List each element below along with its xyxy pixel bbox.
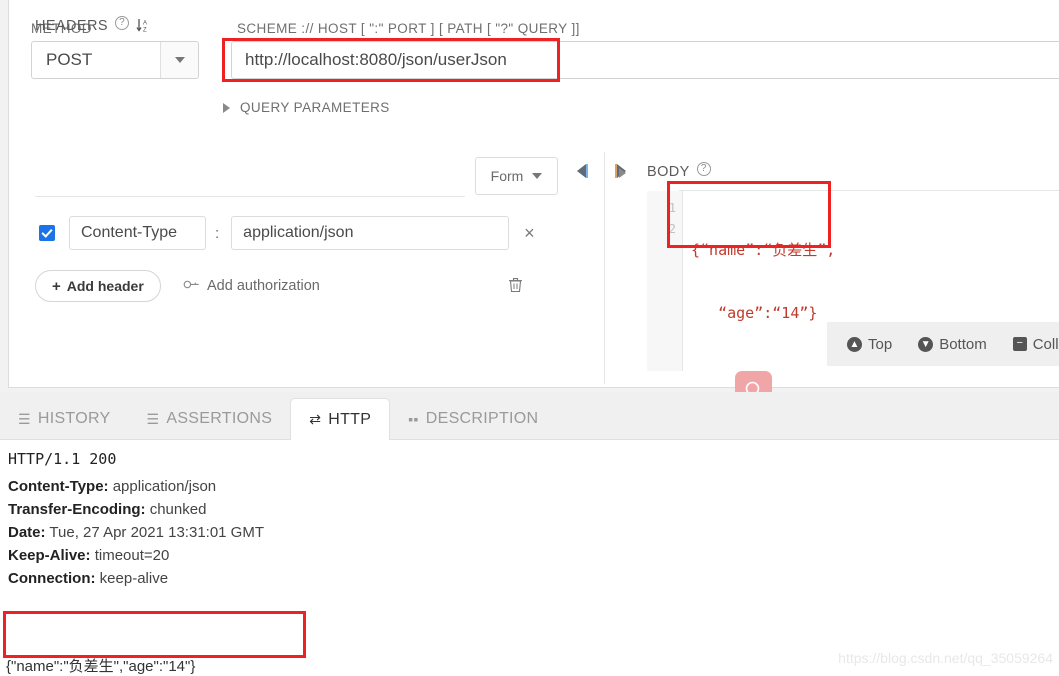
line-number: 2	[668, 222, 676, 236]
response-payload: {"name":"负差生","age":"14"}	[6, 658, 196, 675]
scroll-to-bottom-button[interactable]: ▼ Bottom	[918, 336, 987, 353]
body-code-line: “age”:“14”}	[691, 304, 818, 322]
response-header-line: Transfer-Encoding: chunked	[8, 501, 207, 518]
collapse-left-icon[interactable]	[577, 164, 588, 178]
key-icon	[181, 275, 203, 297]
remove-header-button[interactable]: ×	[524, 224, 535, 242]
url-value: http://localhost:8080/json/userJson	[245, 50, 507, 69]
body-code-line: {“name”:“负差生”,	[691, 241, 836, 259]
add-authorization-label: Add authorization	[207, 277, 320, 294]
headers-title: HEADERS	[35, 18, 108, 34]
add-header-button[interactable]: + Add header	[35, 270, 161, 302]
exchange-icon: ⇄	[309, 411, 322, 427]
header-value-input[interactable]: application/json	[231, 216, 510, 250]
response-header-line: Content-Type: application/json	[8, 478, 217, 495]
response-header-value: Tue, 27 Apr 2021 13:31:01 GMT	[49, 524, 264, 541]
help-circle-icon[interactable]: ?	[696, 162, 711, 176]
response-area: ☰ HISTORY ☰ ASSERTIONS ⇄ HTTP ▪▪ DESCRIP…	[0, 392, 1059, 676]
method-select[interactable]: POST	[31, 41, 199, 79]
api-client-window: METHOD POST SCHEME :// HOST [ ":" PORT ]…	[0, 0, 1059, 676]
response-header-line: Date: Tue, 27 Apr 2021 13:31:01 GMT	[8, 524, 264, 541]
scroll-to-top-button[interactable]: ▲ Top	[847, 336, 892, 353]
collapse-label: Collapse	[1032, 335, 1059, 353]
headers-divider	[35, 196, 465, 197]
triangle-right-icon	[223, 102, 230, 113]
tab-description[interactable]: ▪▪ DESCRIPTION	[390, 399, 556, 439]
line-number: 1	[668, 201, 676, 215]
add-authorization-button[interactable]: Add authorization	[183, 277, 320, 294]
response-header-name: Date	[8, 524, 41, 541]
headers-view-mode-value: Form	[490, 168, 524, 184]
response-header-line: Keep-Alive: timeout=20	[8, 547, 170, 564]
response-content: HTTP/1.1 200 Content-Type: application/j…	[0, 440, 1059, 676]
body-editor-toolbar: ▲ Top ▼ Bottom − Collapse	[827, 322, 1059, 366]
response-header-value: keep-alive	[99, 570, 169, 587]
query-parameters-label: QUERY PARAMETERS	[240, 100, 390, 115]
response-header-line: Connection: keep-alive	[8, 570, 169, 587]
response-status-line: HTTP/1.1 200	[8, 450, 117, 468]
response-header-value: chunked	[149, 501, 207, 518]
response-header-name: Transfer-Encoding	[8, 501, 141, 518]
collapse-square-icon: −	[1012, 337, 1027, 351]
tab-assertions-label: ASSERTIONS	[166, 410, 273, 427]
watermark: https://blog.csdn.net/qq_35059264	[838, 650, 1053, 666]
svg-text:Z: Z	[143, 28, 147, 34]
header-enabled-checkbox[interactable]	[39, 225, 55, 241]
scroll-to-top-label: Top	[868, 335, 893, 353]
headers-view-mode-select[interactable]: Form	[475, 157, 558, 195]
body-code-content[interactable]: {“name”:“负差生”, “age”:“14”}	[691, 198, 835, 366]
tab-http-label: HTTP	[328, 410, 372, 428]
plus-icon: +	[52, 277, 61, 295]
tab-http[interactable]: ⇄ HTTP	[290, 398, 391, 440]
response-tabbar: ☰ HISTORY ☰ ASSERTIONS ⇄ HTTP ▪▪ DESCRIP…	[0, 392, 1059, 440]
chevron-down-icon	[532, 173, 543, 179]
sort-alpha-icon[interactable]: A Z	[136, 18, 149, 36]
delete-all-headers-button[interactable]	[508, 277, 523, 297]
add-header-label: Add header	[66, 278, 144, 294]
svg-text:A: A	[143, 21, 147, 27]
response-header-value: timeout=20	[94, 547, 170, 564]
response-header-name: Content-Type	[8, 478, 104, 495]
request-card: METHOD POST SCHEME :// HOST [ ":" PORT ]…	[8, 0, 1059, 388]
panel-divider	[604, 152, 605, 384]
collapse-button[interactable]: − Collapse	[1012, 335, 1059, 353]
headers-title-row: HEADERS ? A Z	[35, 16, 149, 36]
body-title-row: BODY ?	[619, 162, 711, 182]
editor-gutter: 1 2	[647, 191, 683, 371]
url-format-label: SCHEME :// HOST [ ":" PORT ] [ PATH [ "?…	[237, 21, 580, 36]
table-row: Content-Type : application/json ×	[39, 216, 535, 250]
triangle-right-icon[interactable]	[619, 168, 626, 178]
chevron-down-icon	[174, 57, 185, 63]
method-value: POST	[46, 50, 93, 69]
list-icon: ☰	[18, 410, 31, 427]
tab-description-label: DESCRIPTION	[425, 410, 539, 427]
response-header-name: Keep-Alive	[8, 547, 86, 564]
help-circle-icon[interactable]: ?	[114, 16, 129, 30]
header-name-input[interactable]: Content-Type	[69, 216, 206, 250]
header-separator: :	[215, 224, 220, 242]
book-icon: ▪▪	[408, 411, 419, 427]
url-input[interactable]: http://localhost:8080/json/userJson	[231, 41, 1059, 79]
query-parameters-toggle[interactable]: QUERY PARAMETERS	[223, 100, 390, 115]
arrow-down-circle-icon: ▼	[918, 336, 934, 352]
arrow-up-circle-icon: ▲	[847, 336, 862, 352]
body-title: BODY	[647, 164, 690, 180]
stack-icon: ☰	[146, 410, 160, 427]
scroll-to-bottom-label: Bottom	[939, 335, 987, 353]
tab-history-label: HISTORY	[37, 410, 111, 427]
response-header-value: application/json	[112, 478, 217, 495]
tab-history[interactable]: ☰ HISTORY	[0, 399, 129, 439]
response-header-name: Connection	[8, 570, 91, 587]
method-dropdown-arrow[interactable]	[160, 42, 198, 78]
tab-assertions[interactable]: ☰ ASSERTIONS	[129, 399, 291, 439]
